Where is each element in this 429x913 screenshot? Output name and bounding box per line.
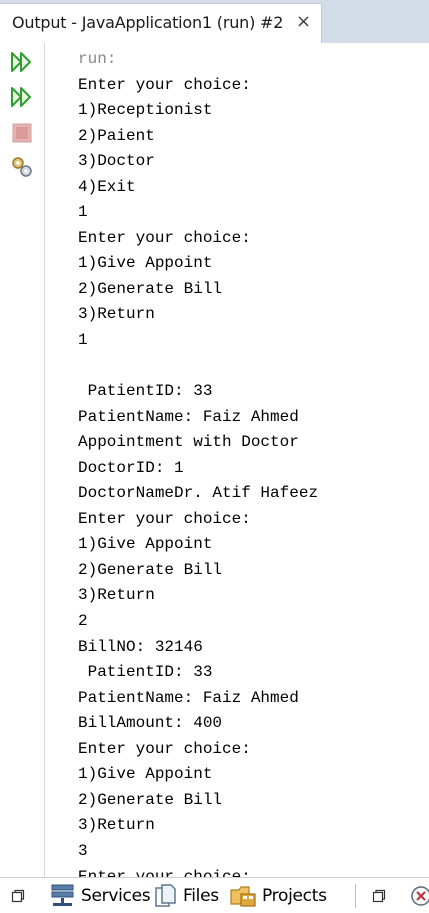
services-tab[interactable]: Services [50, 878, 151, 913]
services-icon [51, 884, 74, 906]
projects-tab[interactable]: Projects [230, 878, 327, 913]
console-line: 1)Give Appoint [78, 765, 213, 784]
console-line: Enter your choice: [78, 75, 251, 94]
stop-icon[interactable] [10, 121, 34, 145]
console-line: 2 [78, 612, 88, 631]
console-line: Enter your choice: [78, 867, 251, 878]
console-line: 3)Return [78, 816, 155, 835]
tab-title: Output - JavaApplication1 (run) #2 [12, 13, 284, 32]
close-icon[interactable]: × [296, 12, 311, 32]
bottombar-divider [355, 884, 356, 908]
console-line: 3)Return [78, 305, 155, 324]
console-line: 3 [78, 841, 88, 860]
console-line: DoctorID: 1 [78, 458, 184, 477]
bottom-window-bar: Services Files Projects [0, 877, 429, 912]
console-line: PatientName: Faiz Ahmed [78, 688, 299, 707]
projects-label: Projects [262, 885, 327, 906]
console-line: 2)Paient [78, 126, 155, 145]
rerun-with-params-icon[interactable] [10, 85, 34, 109]
console-line: 3)Doctor [78, 152, 155, 171]
console-line: Enter your choice: [78, 739, 251, 758]
output-toolbar [0, 43, 45, 877]
console-line: 3)Return [78, 586, 155, 605]
restore-icon [372, 889, 386, 902]
console-line: Enter your choice: [78, 509, 251, 528]
services-label: Services [81, 885, 151, 906]
console-line: PatientID: 33 [78, 382, 213, 401]
settings-icon[interactable] [10, 155, 34, 179]
restore-window-button-right[interactable] [372, 878, 386, 913]
notifications-icon [411, 885, 429, 906]
console-line: BillNO: 32146 [78, 637, 203, 656]
console-line: 2)Generate Bill [78, 790, 223, 809]
output-console[interactable]: run: Enter your choice: 1)Receptionist 2)Pa… [78, 47, 429, 877]
console-line: 1)Receptionist [78, 101, 213, 120]
console-line: 4)Exit [78, 177, 136, 196]
rerun-icon[interactable] [10, 50, 34, 74]
console-line: 1 [78, 203, 88, 222]
console-line: 2)Generate Bill [78, 560, 223, 579]
files-icon [155, 883, 176, 907]
files-label: Files [183, 885, 219, 906]
console-line: 1)Give Appoint [78, 254, 213, 273]
console-line: Appointment with Doctor [78, 433, 299, 452]
console-line: DoctorNameDr. Atif Hafeez [78, 484, 319, 503]
toolbar-divider [44, 43, 45, 877]
console-line: Enter your choice: [78, 228, 251, 247]
files-tab[interactable]: Files [155, 878, 219, 913]
console-line: PatientName: Faiz Ahmed [78, 407, 299, 426]
console-line: run: [78, 50, 117, 68]
tab-output[interactable]: Output - JavaApplication1 (run) #2 × [0, 3, 322, 43]
restore-icon [11, 889, 25, 902]
console-line: 1 [78, 331, 88, 350]
console-line: PatientID: 33 [78, 663, 213, 682]
console-line: 1)Give Appoint [78, 535, 213, 554]
console-line: BillAmount: 400 [78, 714, 223, 733]
projects-icon [230, 885, 256, 907]
notifications-button[interactable] [410, 878, 429, 913]
console-line: 2)Generate Bill [78, 279, 223, 298]
restore-window-button[interactable] [11, 878, 25, 913]
tab-strip: Output - JavaApplication1 (run) #2 × [0, 0, 429, 43]
